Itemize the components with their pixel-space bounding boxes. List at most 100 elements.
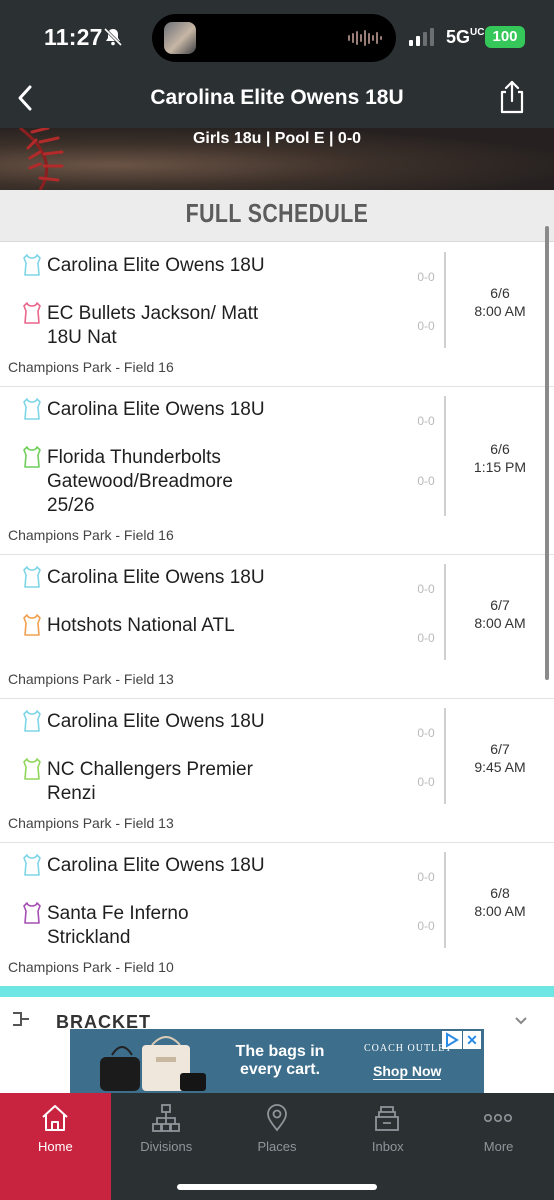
audio-waveform-icon [348, 30, 382, 46]
game-venue: Champions Park - Field 16 [8, 359, 174, 375]
ad-headline: The bags in every cart. [235, 1043, 325, 1078]
ad-close-icon[interactable]: ✕ [463, 1031, 481, 1049]
page-title: Carolina Elite Owens 18U [150, 86, 404, 109]
jersey-icon [23, 614, 41, 636]
home-score: 0-0 [417, 270, 435, 284]
tab-label: Places [257, 1139, 297, 1154]
game-datetime: 6/6 1:15 PM [450, 440, 550, 476]
ad-shop-now-link[interactable]: Shop Now [373, 1063, 442, 1080]
game-date: 6/6 [490, 285, 510, 301]
status-bar: 11:27 5GUC 100 [0, 0, 554, 78]
game-row[interactable]: Carolina Elite Owens 18U NC Challengers … [0, 699, 554, 843]
home-score: 0-0 [417, 870, 435, 884]
jersey-icon [23, 446, 41, 468]
game-date: 6/8 [490, 885, 510, 901]
cellular-signal-icon [409, 28, 434, 46]
home-team-name: Carolina Elite Owens 18U [47, 855, 265, 876]
game-datetime: 6/8 8:00 AM [450, 884, 550, 920]
jersey-icon [23, 254, 41, 276]
home-team-name: Carolina Elite Owens 18U [47, 711, 265, 732]
jersey-icon [23, 758, 41, 780]
game-date: 6/7 [490, 597, 510, 613]
bracket-section-header[interactable]: BRACKET [0, 997, 554, 1031]
section-title: FULL SCHEDULE [185, 198, 369, 228]
game-time: 9:45 AM [474, 759, 526, 775]
ad-brand-logo: COACH OUTLET [364, 1043, 453, 1054]
game-time: 8:00 AM [474, 615, 526, 631]
away-score: 0-0 [417, 319, 435, 333]
away-score: 0-0 [417, 631, 435, 645]
home-team: Carolina Elite Owens 18U [22, 566, 267, 590]
dynamic-island[interactable] [152, 14, 396, 62]
more-icon [484, 1114, 513, 1123]
jersey-icon [23, 566, 41, 588]
home-team: Carolina Elite Owens 18U [22, 854, 267, 878]
tab-more[interactable]: More [443, 1093, 554, 1200]
scrollbar[interactable] [545, 226, 549, 680]
nav-bar: Carolina Elite Owens 18U [0, 78, 554, 128]
divider [444, 252, 446, 348]
game-venue: Champions Park - Field 10 [8, 959, 174, 975]
divider [444, 708, 446, 804]
jersey-icon [23, 902, 41, 924]
home-icon [42, 1105, 68, 1131]
away-score: 0-0 [417, 919, 435, 933]
team-hero-banner: Girls 18u | Pool E | 0-0 [0, 128, 554, 190]
away-team: Santa Fe Inferno Strickland [22, 902, 267, 950]
away-team-name: Santa Fe Inferno Strickland [47, 903, 189, 948]
jersey-icon [23, 398, 41, 420]
bracket-icon [13, 1012, 29, 1026]
home-team-name: Carolina Elite Owens 18U [47, 399, 265, 420]
ad-choices-icon[interactable] [442, 1031, 462, 1049]
game-row[interactable]: Carolina Elite Owens 18U Santa Fe Infern… [0, 843, 554, 986]
home-score: 0-0 [417, 726, 435, 740]
game-row[interactable]: Carolina Elite Owens 18U Hotshots Nation… [0, 555, 554, 699]
away-team: EC Bullets Jackson/ Matt 18U Nat [22, 302, 267, 350]
home-score: 0-0 [417, 414, 435, 428]
game-time: 1:15 PM [473, 459, 527, 475]
game-time: 8:00 AM [474, 303, 526, 319]
home-team: Carolina Elite Owens 18U [22, 254, 267, 278]
game-row[interactable]: Carolina Elite Owens 18U EC Bullets Jack… [0, 243, 554, 387]
divider [444, 852, 446, 948]
away-score: 0-0 [417, 775, 435, 789]
home-team: Carolina Elite Owens 18U [22, 398, 267, 422]
now-playing-avatar [164, 22, 196, 54]
ad-banner[interactable]: The bags in every cart. COACH OUTLET Sho… [70, 1029, 484, 1093]
game-datetime: 6/7 9:45 AM [450, 740, 550, 776]
divisions-icon [151, 1104, 180, 1132]
divider [444, 396, 446, 516]
tab-home[interactable]: Home [0, 1093, 111, 1200]
tab-label: More [483, 1139, 514, 1154]
away-team-name: EC Bullets Jackson/ Matt 18U Nat [47, 303, 259, 348]
game-row[interactable]: Carolina Elite Owens 18U Florida Thunder… [0, 387, 554, 555]
home-team-name: Carolina Elite Owens 18U [47, 255, 265, 276]
tab-label: Home [38, 1139, 73, 1154]
status-time: 11:27 [44, 24, 103, 50]
away-team-name: Hotshots National ATL [47, 615, 235, 636]
game-venue: Champions Park - Field 13 [8, 815, 174, 831]
network-type: 5GUC [446, 27, 485, 47]
away-team-name: NC Challengers Premier Renzi [47, 759, 253, 804]
jersey-icon [23, 854, 41, 876]
battery-indicator: 100 [485, 26, 525, 48]
handbags-image [100, 1036, 206, 1091]
divider [444, 564, 446, 660]
team-division-info: Girls 18u | Pool E | 0-0 [192, 130, 362, 147]
game-time: 8:00 AM [474, 903, 526, 919]
away-score: 0-0 [417, 474, 435, 488]
game-date: 6/7 [490, 741, 510, 757]
home-indicator [177, 1184, 377, 1190]
chevron-down-icon [515, 1017, 527, 1025]
tab-label: Divisions [140, 1139, 193, 1154]
inbox-icon [375, 1106, 400, 1131]
away-team: Florida Thunderbolts Gatewood/Breadmore … [22, 446, 267, 518]
jersey-icon [23, 302, 41, 324]
places-icon [266, 1104, 287, 1132]
away-team: NC Challengers Premier Renzi [22, 758, 267, 806]
share-icon[interactable] [496, 78, 528, 116]
silent-bell-icon [103, 27, 123, 47]
game-datetime: 6/7 8:00 AM [450, 596, 550, 632]
home-score: 0-0 [417, 582, 435, 596]
home-team-name: Carolina Elite Owens 18U [47, 567, 265, 588]
